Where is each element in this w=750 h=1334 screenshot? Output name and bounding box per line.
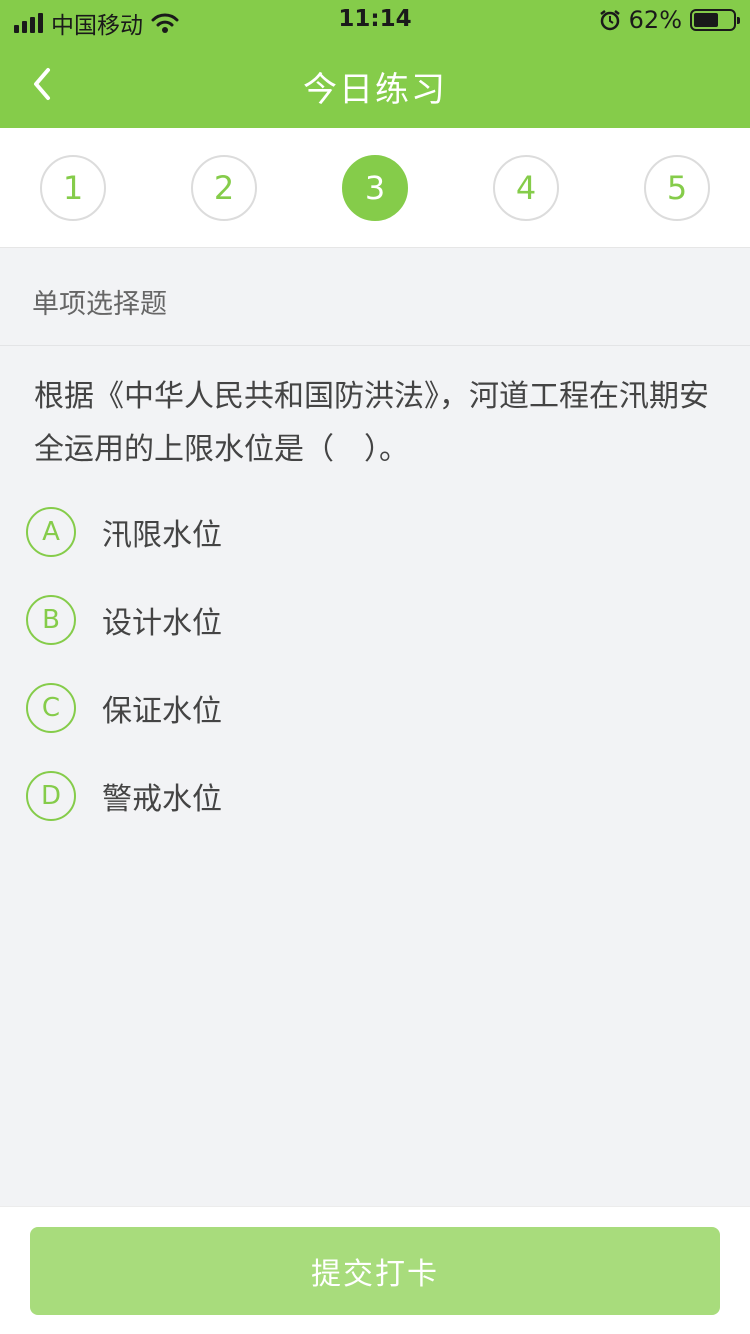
alarm-icon: [599, 10, 620, 31]
option-letter: B: [26, 595, 76, 645]
status-bar: 中国移动 11:14 62%: [0, 0, 750, 40]
submit-checkin-button[interactable]: 提交打卡: [30, 1227, 720, 1315]
step-3[interactable]: 3: [342, 155, 408, 221]
option-text: 保证水位: [102, 694, 222, 729]
option-text: 汛限水位: [102, 518, 222, 553]
step-5[interactable]: 5: [644, 155, 710, 221]
option-a[interactable]: A 汛限水位: [26, 506, 726, 558]
question-text: 根据《中华人民共和国防洪法》，河道工程在汛期安全运用的上限水位是（ ）。: [34, 379, 709, 467]
bottom-bar: 提交打卡: [0, 1206, 750, 1334]
nav-bar: 今日练习: [0, 40, 750, 128]
option-c[interactable]: C 保证水位: [26, 682, 726, 734]
option-letter: A: [26, 507, 76, 557]
option-d[interactable]: D 警戒水位: [26, 770, 726, 822]
question-stepper: 1 2 3 4 5: [0, 128, 750, 248]
question-type-label: 单项选择题: [32, 289, 167, 320]
step-4[interactable]: 4: [493, 155, 559, 221]
battery-percent: 62%: [628, 6, 682, 34]
step-1[interactable]: 1: [40, 155, 106, 221]
option-text: 设计水位: [102, 606, 222, 641]
question-type-bar: 单项选择题: [0, 248, 750, 346]
step-2[interactable]: 2: [191, 155, 257, 221]
option-b[interactable]: B 设计水位: [26, 594, 726, 646]
battery-icon: [690, 9, 740, 31]
battery-fill: [694, 13, 718, 27]
header: 中国移动 11:14 62% 今日练习: [0, 0, 750, 128]
option-text: 警戒水位: [102, 782, 222, 817]
option-letter: D: [26, 771, 76, 821]
option-letter: C: [26, 683, 76, 733]
page-title: 今日练习: [303, 70, 447, 110]
status-right: 62%: [599, 6, 740, 34]
